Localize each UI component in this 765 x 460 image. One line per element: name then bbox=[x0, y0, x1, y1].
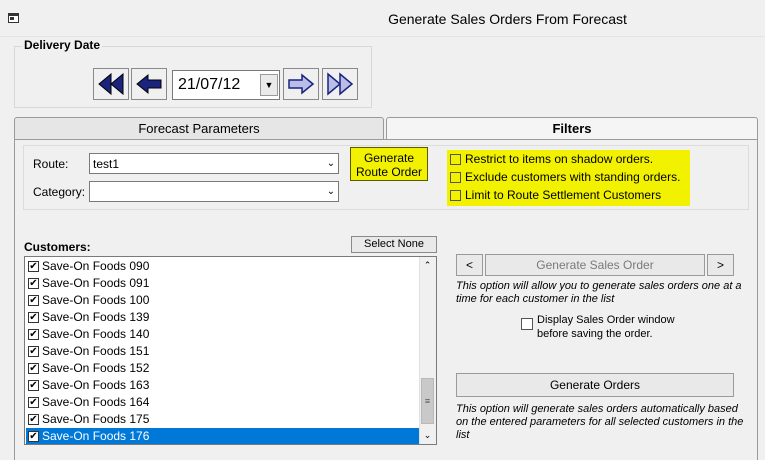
limit-route-settlement-checkbox[interactable] bbox=[450, 190, 461, 201]
exclude-standing-orders-checkbox[interactable] bbox=[450, 172, 461, 183]
list-item[interactable]: ✔ Save-On Foods 100 bbox=[26, 292, 419, 309]
checkbox[interactable]: ✔ bbox=[28, 261, 39, 272]
checkbox[interactable]: ✔ bbox=[28, 380, 39, 391]
customer-name: Save-On Foods 152 bbox=[42, 361, 150, 375]
generate-route-order-button[interactable]: Generate Route Order bbox=[350, 147, 428, 181]
restrict-shadow-orders-checkbox[interactable] bbox=[450, 154, 461, 165]
list-item[interactable]: ✔ Save-On Foods 164 bbox=[26, 394, 419, 411]
customers-label: Customers: bbox=[24, 240, 91, 254]
route-label: Route: bbox=[33, 157, 69, 171]
first-date-button[interactable] bbox=[93, 68, 129, 100]
chevron-down-icon: ⌄ bbox=[326, 186, 336, 197]
right-arrow-icon bbox=[288, 73, 315, 95]
scroll-thumb[interactable]: ≡ bbox=[421, 378, 434, 424]
display-sales-order-label: Display Sales Order window before saving… bbox=[537, 314, 675, 340]
category-select[interactable]: ⌄ bbox=[89, 181, 339, 202]
chevron-down-icon[interactable]: ⌄ bbox=[419, 427, 436, 444]
tab-filters[interactable]: Filters bbox=[386, 117, 758, 140]
next-customer-button[interactable]: > bbox=[707, 254, 734, 276]
generate-orders-button[interactable]: Generate Orders bbox=[456, 373, 734, 397]
route-value: test1 bbox=[93, 157, 120, 171]
previous-customer-button[interactable]: < bbox=[456, 254, 483, 276]
chevron-down-icon: ⌄ bbox=[326, 158, 336, 169]
next-date-button[interactable] bbox=[283, 68, 319, 100]
delivery-date-label: Delivery Date bbox=[22, 38, 103, 52]
category-label: Category: bbox=[33, 185, 86, 199]
previous-date-button[interactable] bbox=[131, 68, 167, 100]
generate-sales-order-button[interactable]: Generate Sales Order bbox=[485, 254, 705, 276]
customers-list[interactable]: ✔ Save-On Foods 090 ✔ Save-On Foods 091 ✔ S… bbox=[24, 256, 437, 445]
checkbox[interactable]: ✔ bbox=[28, 329, 39, 340]
list-item[interactable]: ✔ Save-On Foods 175 bbox=[26, 411, 419, 428]
customer-name: Save-On Foods 176 bbox=[42, 429, 150, 443]
select-none-button[interactable]: Select None bbox=[351, 236, 437, 253]
checkbox[interactable]: ✔ bbox=[28, 397, 39, 408]
customer-name: Save-On Foods 175 bbox=[42, 412, 150, 426]
left-arrow-icon bbox=[136, 73, 162, 95]
checkbox[interactable]: ✔ bbox=[28, 431, 39, 442]
chevron-down-icon[interactable]: ▼ bbox=[260, 74, 278, 96]
list-item[interactable]: ✔ Save-On Foods 139 bbox=[26, 309, 419, 326]
customer-name: Save-On Foods 140 bbox=[42, 327, 150, 341]
checkbox[interactable]: ✔ bbox=[28, 312, 39, 323]
checkbox[interactable]: ✔ bbox=[28, 414, 39, 425]
list-item[interactable]: ✔ Save-On Foods 163 bbox=[26, 377, 419, 394]
limit-route-settlement-label: Limit to Route Settlement Customers bbox=[465, 188, 662, 202]
list-item[interactable]: ✔ Save-On Foods 176 bbox=[26, 428, 419, 444]
tab-forecast-parameters[interactable]: Forecast Parameters bbox=[14, 117, 384, 139]
checkbox[interactable]: ✔ bbox=[28, 295, 39, 306]
restrict-shadow-orders-label: Restrict to items on shadow orders. bbox=[465, 152, 654, 166]
one-at-a-time-note: This option will allow you to generate s… bbox=[456, 280, 742, 305]
checkbox[interactable]: ✔ bbox=[28, 363, 39, 374]
customer-name: Save-On Foods 100 bbox=[42, 293, 150, 307]
route-select[interactable]: test1 ⌄ bbox=[89, 153, 339, 174]
double-right-arrow-icon bbox=[327, 72, 354, 96]
window-title: Generate Sales Orders From Forecast bbox=[388, 11, 627, 27]
exclude-standing-orders-label: Exclude customers with standing orders. bbox=[465, 170, 681, 184]
checkbox[interactable]: ✔ bbox=[28, 346, 39, 357]
list-item[interactable]: ✔ Save-On Foods 152 bbox=[26, 360, 419, 377]
last-date-button[interactable] bbox=[322, 68, 358, 100]
list-item[interactable]: ✔ Save-On Foods 140 bbox=[26, 326, 419, 343]
double-left-arrow-icon bbox=[98, 72, 124, 96]
list-item[interactable]: ✔ Save-On Foods 091 bbox=[26, 275, 419, 292]
auto-generate-note: This option will generate sales orders a… bbox=[456, 403, 744, 441]
customer-name: Save-On Foods 164 bbox=[42, 395, 150, 409]
display-sales-order-checkbox[interactable] bbox=[521, 318, 533, 330]
customer-name: Save-On Foods 151 bbox=[42, 344, 150, 358]
customer-name: Save-On Foods 091 bbox=[42, 276, 150, 290]
list-item[interactable]: ✔ Save-On Foods 151 bbox=[26, 343, 419, 360]
customer-name: Save-On Foods 139 bbox=[42, 310, 150, 324]
list-item[interactable]: ✔ Save-On Foods 090 bbox=[26, 258, 419, 275]
chevron-up-icon[interactable]: ⌃ bbox=[419, 257, 436, 274]
customer-name: Save-On Foods 090 bbox=[42, 259, 150, 273]
checkbox[interactable]: ✔ bbox=[28, 278, 39, 289]
delivery-date-value: 21/07/12 bbox=[178, 76, 241, 93]
customer-name: Save-On Foods 163 bbox=[42, 378, 150, 392]
